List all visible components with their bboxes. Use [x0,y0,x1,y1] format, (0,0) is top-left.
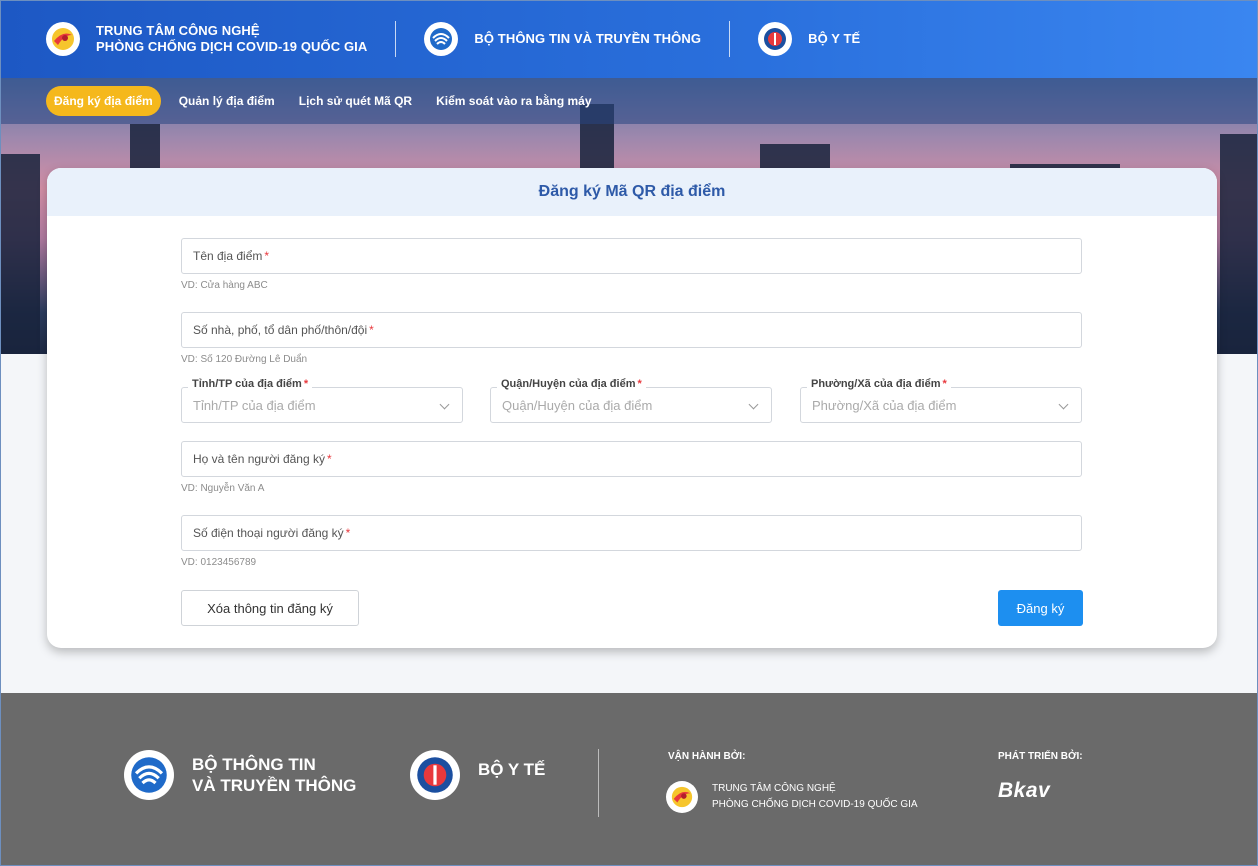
required-mark: * [326,452,332,466]
developed-by-label: PHÁT TRIỂN BỞI: [998,751,1083,762]
place-name-placeholder: Tên địa điểm [193,249,263,263]
ward-select[interactable]: Phường/Xã của địa điểm * Phường/Xã của đị… [800,378,1082,423]
footer-operator-line1: TRUNG TÂM CÔNG NGHỆ [712,783,836,794]
banner-building [0,154,40,354]
card-header: Đăng ký Mã QR địa điểm [47,168,1217,216]
nav-item-register-place[interactable]: Đăng ký địa điểm [46,86,161,116]
covid-center-name-line2: PHÒNG CHỐNG DỊCH COVID-19 QUỐC GIA [96,39,368,54]
province-select[interactable]: Tỉnh/TP của địa điểm * Tỉnh/TP của địa đi… [181,378,463,423]
footer: BỘ THÔNG TIN VÀ TRUYỀN THÔNG BỘ Y TẾ VẬN… [0,693,1258,866]
chevron-down-icon [748,399,759,410]
covid-center-logo-icon [46,22,80,56]
required-mark: * [264,249,270,263]
nav-item-qr-scan-history[interactable]: Lịch sử quét Mã QR [293,86,418,116]
district-placeholder: Quận/Huyện của địa điểm [502,397,653,413]
ministry-health-brand[interactable]: BỘ Y TẾ [758,22,860,56]
footer-ministry-ict-name: BỘ THÔNG TIN VÀ TRUYỀN THÔNG [192,754,356,796]
chevron-down-icon [1058,399,1069,410]
registrant-name-input[interactable]: Họ và tên người đăng ký * [181,441,1082,477]
required-mark: * [303,378,309,390]
register-button[interactable]: Đăng ký [998,590,1083,626]
header-divider [395,21,397,57]
covid-center-name-line1: TRUNG TÂM CÔNG NGHỆ [96,23,260,38]
clear-form-button[interactable]: Xóa thông tin đăng ký [181,590,359,626]
footer-ministry-ict-line1: BỘ THÔNG TIN [192,755,316,774]
registrant-name-hint: VD: Nguyễn Văn A [181,483,265,494]
chevron-down-icon [439,399,450,410]
footer-divider [598,749,599,817]
district-select[interactable]: Quận/Huyện của địa điểm * Quận/Huyện của … [490,378,772,423]
registrant-name-placeholder: Họ và tên người đăng ký [193,452,325,466]
ward-placeholder: Phường/Xã của địa điểm [812,397,957,413]
ministry-ict-name: BỘ THÔNG TIN VÀ TRUYỀN THÔNG [474,31,702,46]
ministry-health-logo-icon [758,22,793,56]
required-mark: * [942,378,947,390]
top-header: TRUNG TÂM CÔNG NGHỆ PHÒNG CHỐNG DỊCH COV… [0,0,1258,78]
covid-center-name: TRUNG TÂM CÔNG NGHỆ PHÒNG CHỐNG DỊCH COV… [96,23,367,55]
footer-ministry-ict-line2: VÀ TRUYỀN THÔNG [192,776,357,795]
covid-center-logo-icon [666,781,698,813]
required-mark: * [637,378,642,390]
banner-building [1220,134,1258,354]
header-divider [729,21,731,57]
nav-item-manage-places[interactable]: Quản lý địa điểm [173,86,281,116]
ministry-health-logo-icon [410,750,460,800]
ministry-ict-logo-icon [424,22,459,56]
footer-ministry-health-name: BỘ Y TẾ [478,759,546,779]
footer-ministry-ict[interactable]: BỘ THÔNG TIN VÀ TRUYỀN THÔNG [124,750,356,800]
required-mark: * [369,323,374,337]
page-title: Đăng ký Mã QR địa điểm [538,183,726,200]
ward-label: Phường/Xã của địa điểm * [807,378,951,390]
footer-operator-name: TRUNG TÂM CÔNG NGHỆ PHÒNG CHỐNG DỊCH COV… [712,781,918,813]
registrant-phone-placeholder: Số điện thoại người đăng ký [193,526,344,540]
bkav-logo[interactable]: Bkav [998,779,1050,803]
ministry-ict-logo-icon [124,750,174,800]
place-name-input[interactable]: Tên địa điểm * [181,238,1082,274]
province-placeholder: Tỉnh/TP của địa điểm [193,397,316,413]
operated-by-label: VẬN HÀNH BỞI: [668,751,746,762]
required-mark: * [345,526,351,540]
ministry-ict-brand[interactable]: BỘ THÔNG TIN VÀ TRUYỀN THÔNG [424,22,701,56]
nav-item-machine-access-control[interactable]: Kiểm soát vào ra bằng máy [430,86,597,116]
footer-operator-line2: PHÒNG CHỐNG DỊCH COVID-19 QUỐC GIA [712,799,918,810]
registrant-phone-input[interactable]: Số điện thoại người đăng ký * [181,515,1082,551]
ward-label-text: Phường/Xã của địa điểm [811,378,941,390]
province-label-text: Tỉnh/TP của địa điểm [192,378,302,390]
footer-ministry-health[interactable]: BỘ Y TẾ [410,750,545,800]
registrant-phone-hint: VD: 0123456789 [181,557,257,568]
registration-card: Đăng ký Mã QR địa điểm Tên địa điểm * VD:… [47,168,1217,648]
address-hint: VD: Số 120 Đường Lê Duẩn [181,354,308,365]
address-placeholder: Số nhà, phố, tổ dân phố/thôn/đội [193,323,368,337]
district-label-text: Quận/Huyện của địa điểm [501,378,636,390]
place-name-hint: VD: Cửa hàng ABC [181,280,268,291]
ministry-health-name: BỘ Y TẾ [808,31,861,46]
province-label: Tỉnh/TP của địa điểm * [188,378,313,390]
address-input[interactable]: Số nhà, phố, tổ dân phố/thôn/đội * [181,312,1082,348]
footer-operator[interactable]: TRUNG TÂM CÔNG NGHỆ PHÒNG CHỐNG DỊCH COV… [666,781,918,813]
district-label: Quận/Huyện của địa điểm * [497,378,646,390]
covid-center-brand[interactable]: TRUNG TÂM CÔNG NGHỆ PHÒNG CHỐNG DỊCH COV… [46,22,367,56]
main-nav: Đăng ký địa điểm Quản lý địa điểm Lịch s… [0,78,1258,124]
